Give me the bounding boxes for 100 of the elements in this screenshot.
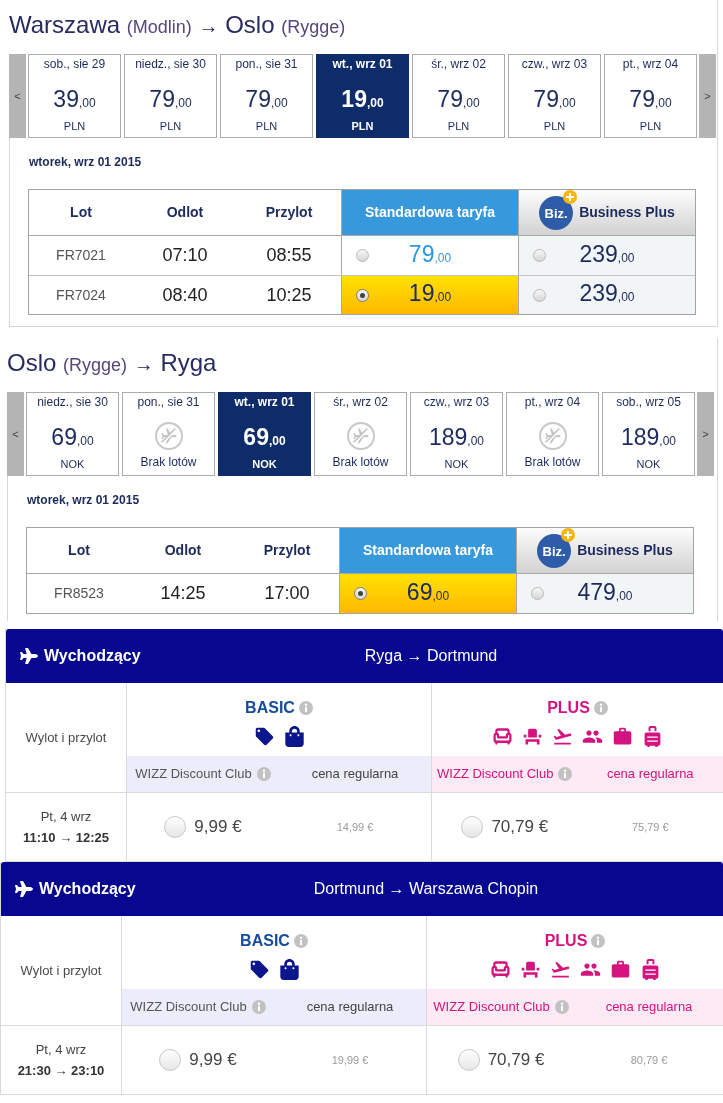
column-label: Business Plus bbox=[577, 541, 673, 560]
radio-button[interactable] bbox=[530, 587, 544, 600]
club-price: 9,99 € bbox=[194, 816, 242, 839]
plus-badge-icon bbox=[563, 189, 578, 204]
flight-number: FR8523 bbox=[54, 584, 104, 603]
date-tab[interactable]: pt., wrz 04 Brak lotów bbox=[506, 392, 599, 476]
radio-button[interactable] bbox=[164, 816, 187, 838]
column-header: Lot bbox=[68, 541, 90, 560]
departure-time: 14:25 bbox=[160, 582, 206, 605]
radio-button[interactable] bbox=[457, 1049, 480, 1071]
discount-club-label: WIZZ Discount Club bbox=[130, 998, 247, 1017]
date-tab[interactable]: wt., wrz 01 69,00 NOK bbox=[218, 392, 311, 476]
column-header: Przylot bbox=[263, 541, 311, 560]
biz-logo: Biz. bbox=[537, 533, 572, 568]
direction-label: Wychodzący bbox=[44, 646, 141, 666]
fare-price: 79,00 bbox=[408, 240, 452, 269]
info-icon[interactable] bbox=[591, 934, 606, 948]
date-tab[interactable]: śr., wrz 02 Brak lotów bbox=[314, 392, 407, 476]
discount-club-label: WIZZ Discount Club bbox=[433, 998, 550, 1017]
plane-icon bbox=[15, 880, 33, 898]
column-header: Przylot bbox=[265, 203, 313, 222]
date-tab[interactable]: pon., sie 31 Brak lotów bbox=[122, 392, 215, 476]
fare-price: 69,00 bbox=[406, 578, 450, 607]
suitcase-icon bbox=[642, 726, 663, 747]
day-title: wtorek, wrz 01 2015 bbox=[29, 155, 142, 169]
club-price: 70,79 € bbox=[487, 1049, 545, 1072]
flight-number: FR7021 bbox=[56, 246, 106, 265]
column-header: Standardowa taryfa bbox=[339, 528, 516, 573]
regular-price-label: cena regularna bbox=[605, 998, 693, 1017]
fare-name: PLUS bbox=[547, 698, 590, 718]
date-tab[interactable]: niedz., sie 30 69,00 NOK bbox=[26, 392, 119, 476]
info-icon[interactable] bbox=[554, 1000, 569, 1014]
date-tab[interactable]: czw., wrz 03 189,00 NOK bbox=[410, 392, 503, 476]
seat-icon bbox=[522, 726, 543, 747]
fare-name: BASIC bbox=[245, 698, 295, 718]
prev-button[interactable]: < bbox=[7, 392, 24, 476]
departure-time: 08:40 bbox=[162, 283, 208, 307]
fare-price: 239,00 bbox=[579, 280, 635, 308]
radio-button[interactable] bbox=[532, 288, 546, 302]
briefcase-icon bbox=[609, 959, 631, 980]
date-tab[interactable]: czw., wrz 03 79,00 PLN bbox=[508, 54, 601, 138]
tag-icon bbox=[248, 959, 270, 980]
next-button[interactable]: > bbox=[697, 392, 714, 476]
info-icon[interactable] bbox=[293, 934, 308, 948]
route-label: Ryga → Dortmund bbox=[364, 646, 498, 666]
next-button[interactable]: > bbox=[699, 54, 716, 138]
date-tab[interactable]: śr., wrz 02 79,00 PLN bbox=[412, 54, 505, 138]
fare-price: 239,00 bbox=[579, 240, 635, 269]
bag-icon bbox=[283, 726, 305, 747]
regular-price: 80,79 € bbox=[630, 1052, 668, 1068]
radio-button[interactable] bbox=[461, 816, 484, 838]
no-flights-icon bbox=[154, 422, 183, 450]
radio-button[interactable] bbox=[355, 249, 369, 262]
day-title: wtorek, wrz 01 2015 bbox=[27, 493, 140, 507]
discount-club-label: WIZZ Discount Club bbox=[135, 765, 252, 784]
no-flights-icon bbox=[538, 422, 567, 450]
date-tab[interactable]: sob., sie 29 39,00 PLN bbox=[28, 54, 121, 138]
fare-name: BASIC bbox=[240, 931, 290, 951]
column-label: Business Plus bbox=[579, 203, 675, 222]
info-icon[interactable] bbox=[558, 767, 573, 781]
fare-name: PLUS bbox=[544, 931, 588, 951]
regular-price-label: cena regularna bbox=[306, 998, 394, 1017]
arrival-time: 17:00 bbox=[264, 582, 310, 605]
info-icon[interactable] bbox=[251, 1000, 266, 1014]
column-header: Odlot bbox=[166, 203, 204, 222]
flight-times: 11:10 → 12:25 bbox=[23, 829, 109, 847]
briefcase-icon bbox=[612, 726, 633, 747]
plus-badge-icon bbox=[561, 527, 576, 542]
radio-button[interactable] bbox=[532, 249, 546, 262]
flight-date: Pt, 4 wrz bbox=[40, 807, 92, 826]
info-icon[interactable] bbox=[298, 701, 313, 715]
regular-price-label: cena regularna bbox=[606, 765, 694, 784]
info-icon[interactable] bbox=[593, 701, 608, 715]
date-tab[interactable]: niedz., sie 30 79,00 PLN bbox=[124, 54, 217, 138]
times-header: Wylot i przylot bbox=[25, 728, 107, 747]
column-header: Odlot bbox=[164, 541, 202, 560]
no-flights-icon bbox=[346, 422, 375, 450]
bag-icon bbox=[278, 959, 300, 980]
plane-takeoff-icon bbox=[549, 959, 571, 980]
column-header: Lot bbox=[70, 203, 92, 222]
date-tab[interactable]: wt., wrz 01 19,00 PLN bbox=[316, 54, 409, 138]
flight-times: 21:30 → 23:10 bbox=[17, 1062, 105, 1080]
date-tab[interactable]: pon., sie 31 79,00 PLN bbox=[220, 54, 313, 138]
departure-time: 07:10 bbox=[162, 244, 208, 267]
regular-price: 14,99 € bbox=[336, 819, 374, 835]
flight-date: Pt, 4 wrz bbox=[35, 1040, 87, 1059]
plane-takeoff-icon bbox=[552, 726, 573, 747]
route-label: Dortmund → Warszawa Chopin bbox=[313, 879, 539, 899]
date-tab[interactable]: sob., wrz 05 189,00 NOK bbox=[602, 392, 695, 476]
arrival-time: 08:55 bbox=[266, 244, 312, 267]
radio-button[interactable] bbox=[159, 1049, 182, 1071]
date-tab[interactable]: pt., wrz 04 79,00 PLN bbox=[604, 54, 697, 138]
tag-icon bbox=[253, 726, 275, 747]
prev-button[interactable]: < bbox=[9, 54, 26, 138]
info-icon[interactable] bbox=[256, 767, 271, 781]
seat-icon bbox=[519, 959, 541, 980]
radio-button[interactable] bbox=[355, 288, 369, 302]
armchair-icon bbox=[489, 959, 511, 980]
radio-button[interactable] bbox=[353, 587, 367, 600]
armchair-icon bbox=[492, 726, 513, 747]
